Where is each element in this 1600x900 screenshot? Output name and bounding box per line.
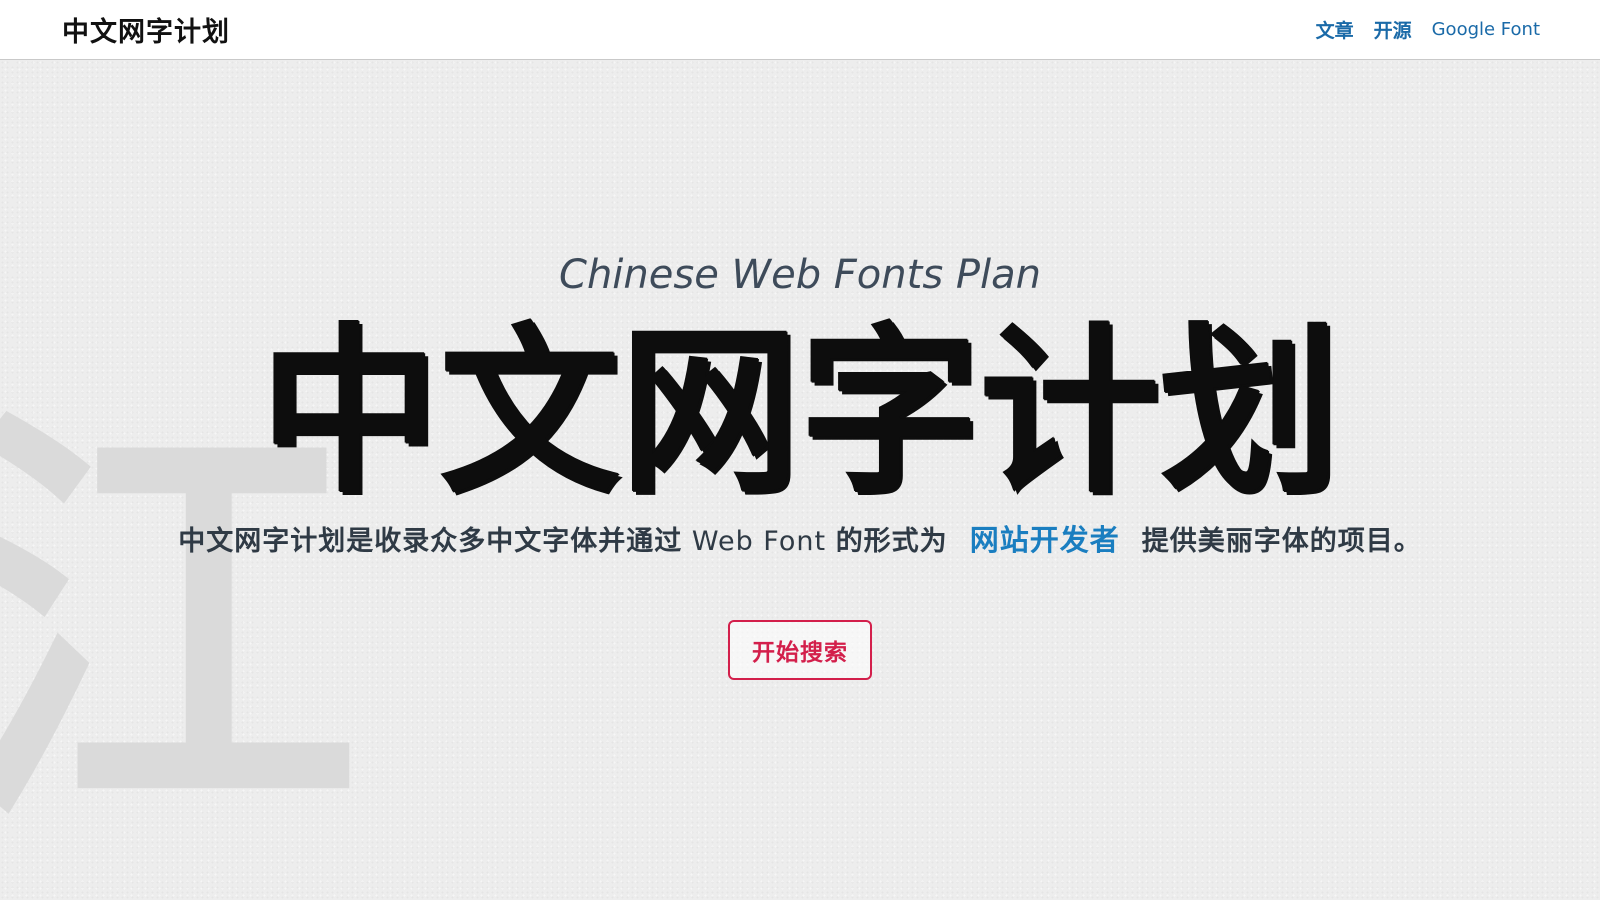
hero-title: 中文网字计划	[259, 307, 1340, 518]
hero-subtitle: Chinese Web Fonts Plan	[559, 252, 1041, 298]
nav-link-open-source[interactable]: 开源	[1374, 16, 1412, 43]
brand-logo[interactable]: 中文网字计划	[62, 10, 230, 49]
description-part-after: 提供美丽字体的项目。	[1141, 526, 1422, 557]
description-part-middle: 的形式为	[835, 526, 948, 557]
nav-link-articles[interactable]: 文章	[1316, 16, 1354, 43]
top-navbar: 中文网字计划 文章 开源 Google Font	[0, 0, 1600, 60]
description-highlight-developers[interactable]: 网站开发者	[970, 523, 1120, 557]
start-search-button[interactable]: 开始搜索	[728, 620, 872, 680]
description-web-font: Web Font	[682, 526, 836, 557]
hero-description: 中文网字计划是收录众多中文字体并通过 Web Font 的形式为 网站开发者 提供美…	[0, 520, 1600, 562]
hero-section: Chinese Web Fonts Plan 中文网字计划 中文网字计划是收录众…	[0, 0, 1600, 900]
description-part-before: 中文网字计划是收录众多中文字体并通过	[178, 526, 683, 557]
nav-link-google-font[interactable]: Google Font	[1432, 19, 1540, 40]
nav-links: 文章 开源 Google Font	[1316, 16, 1540, 43]
